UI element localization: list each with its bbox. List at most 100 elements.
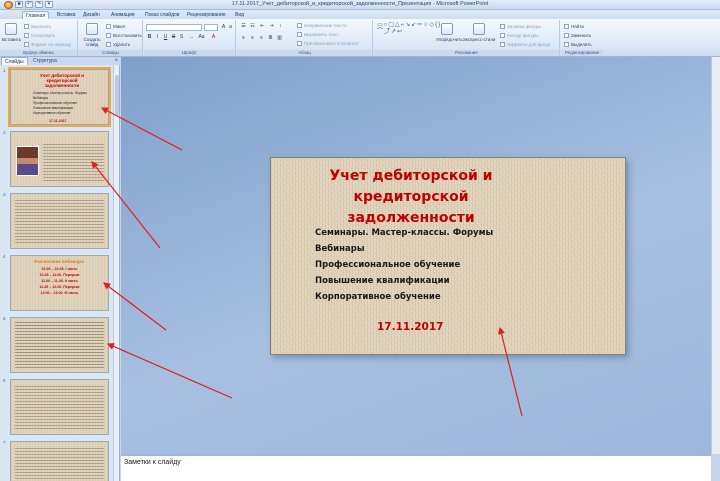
- thumb-text-block: [15, 448, 104, 481]
- paste-button[interactable]: Вставить: [2, 23, 21, 42]
- slide-number: 4: [3, 254, 6, 259]
- underline-icon[interactable]: U: [162, 34, 169, 41]
- tab-slides[interactable]: Слайды: [1, 57, 28, 65]
- replace-button[interactable]: Заменить: [564, 33, 591, 38]
- slide-bullet[interactable]: Семинары. Мастер-классы. Форумы: [315, 228, 493, 238]
- thumbnail-row[interactable]: 7: [0, 439, 113, 481]
- tab-slideshow[interactable]: Показ слайдов: [142, 11, 182, 19]
- cut-button[interactable]: Вырезать: [24, 24, 51, 29]
- smartart-button[interactable]: Преобразовать в SmartArt: [297, 41, 359, 46]
- delete-slide-button[interactable]: Удалить: [106, 42, 130, 47]
- slide-title[interactable]: Учет дебиторской и кредиторской задолжен…: [301, 166, 521, 229]
- quick-styles-icon: [473, 23, 485, 35]
- align-center-icon[interactable]: ≡: [249, 35, 256, 42]
- slide-bullet[interactable]: Профессиональное обучение: [315, 260, 460, 270]
- tab-outline[interactable]: Структура: [30, 57, 60, 65]
- shape-fill-label: Заливка фигуры: [507, 24, 542, 29]
- tab-insert[interactable]: Вставка: [54, 11, 79, 19]
- current-slide[interactable]: Учет дебиторской и кредиторской задолжен…: [270, 157, 626, 355]
- line-spacing-icon[interactable]: ↕: [277, 23, 284, 30]
- smartart-label: Преобразовать в SmartArt: [304, 41, 359, 46]
- slide-thumbnail[interactable]: [10, 131, 109, 187]
- thumb-date: 17.11.2017: [49, 119, 67, 123]
- close-icon[interactable]: ×: [114, 57, 118, 65]
- shape-fill-button[interactable]: Заливка фигуры: [500, 24, 541, 29]
- thumbnail-row[interactable]: 2: [0, 129, 113, 189]
- grow-font-icon[interactable]: A: [220, 24, 227, 31]
- shapes-gallery[interactable]: ▭○▢△⌐↘↙⇨☆◇{}⌒⤴↗↩: [377, 22, 440, 36]
- thumb-line: 10.00 – 10.45. I часть: [41, 267, 78, 271]
- font-color-icon[interactable]: A: [210, 34, 217, 41]
- copy-button[interactable]: Копировать: [24, 33, 55, 38]
- font-family-select[interactable]: [146, 24, 202, 31]
- find-button[interactable]: Найти: [564, 24, 584, 29]
- tab-view[interactable]: Вид: [232, 11, 247, 19]
- notes-placeholder[interactable]: Заметки к слайду: [124, 459, 181, 466]
- slide-editor: Учет дебиторской и кредиторской задолжен…: [121, 57, 720, 454]
- text-direction-button[interactable]: Направление текста: [297, 23, 347, 28]
- align-left-icon[interactable]: ≡: [240, 35, 247, 42]
- thumb-line: 12.00 – 13.00. III часть: [40, 291, 79, 295]
- change-case-icon[interactable]: Aa: [198, 34, 205, 41]
- new-slide-button[interactable]: Создать слайд: [81, 23, 103, 47]
- tab-animation[interactable]: Анимация: [108, 11, 137, 19]
- slide-bullet[interactable]: Вебинары: [315, 244, 365, 254]
- shape-outline-button[interactable]: Контур фигуры: [500, 33, 538, 38]
- font-size-select[interactable]: [204, 24, 218, 31]
- copy-label: Копировать: [31, 33, 56, 38]
- slide-thumbnail[interactable]: Расписание вебинара: 10.00 – 10.45. I ча…: [10, 255, 109, 311]
- smartart-icon: [297, 41, 302, 46]
- thumbnail-row[interactable]: 1 Учет дебиторской и кредиторской задолж…: [0, 67, 113, 127]
- increase-indent-icon[interactable]: ⇥: [268, 23, 275, 30]
- arrange-button[interactable]: Упорядочить: [436, 23, 463, 42]
- tab-home[interactable]: Главная: [22, 11, 50, 19]
- select-button[interactable]: Выделить: [564, 42, 592, 47]
- thumbnail-scrollbar[interactable]: [113, 65, 119, 481]
- align-text-button[interactable]: Выровнять текст: [297, 32, 339, 37]
- decrease-indent-icon[interactable]: ⇤: [259, 23, 266, 30]
- align-text-icon: [297, 32, 302, 37]
- quick-styles-button[interactable]: Экспресс-стили: [462, 23, 496, 42]
- spacing-icon[interactable]: ↔: [188, 34, 195, 41]
- justify-icon[interactable]: ≣: [267, 35, 274, 42]
- slide-thumbnail[interactable]: [10, 193, 109, 249]
- slide-bullet[interactable]: Корпоративное обучение: [315, 292, 441, 302]
- reset-button[interactable]: Восстановить: [106, 33, 142, 38]
- thumb-line: Корпоративное обучение: [33, 111, 71, 115]
- thumbnail-row[interactable]: 3: [0, 191, 113, 251]
- cursor-icon: [564, 42, 569, 47]
- font-group-label: Шрифт: [144, 50, 235, 56]
- scrollbar-thumb[interactable]: [115, 75, 119, 115]
- slide-thumbnail[interactable]: Учет дебиторской и кредиторской задолжен…: [8, 67, 111, 127]
- bold-icon[interactable]: B: [146, 34, 153, 41]
- replace-label: Заменить: [571, 33, 592, 38]
- notes-pane[interactable]: Заметки к слайду: [121, 454, 711, 481]
- editor-scrollbar[interactable]: [711, 57, 720, 454]
- thumbnail-row[interactable]: 4 Расписание вебинара: 10.00 – 10.45. I …: [0, 253, 113, 313]
- slide-bullet[interactable]: Повышение квалификации: [315, 276, 450, 286]
- bullets-icon[interactable]: ☰: [240, 23, 247, 30]
- copy-icon: [24, 33, 29, 38]
- tab-review[interactable]: Рецензирование: [184, 11, 229, 19]
- slide-thumbnail[interactable]: [10, 379, 109, 435]
- italic-icon[interactable]: I: [154, 34, 161, 41]
- thumb-line: 10.45 – 11.00. Перерыв: [39, 273, 80, 277]
- find-label: Найти: [571, 24, 584, 29]
- format-painter-button[interactable]: Формат по образцу: [24, 42, 71, 47]
- slide-thumbnail[interactable]: [10, 441, 109, 481]
- align-right-icon[interactable]: ≡: [258, 35, 265, 42]
- tab-design[interactable]: Дизайн: [80, 11, 103, 19]
- shrink-font-icon[interactable]: a: [227, 24, 234, 31]
- slide-thumbnail[interactable]: [10, 317, 109, 373]
- thumbnail-row[interactable]: 6: [0, 377, 113, 437]
- shadow-icon[interactable]: S: [178, 34, 185, 41]
- columns-icon[interactable]: ▥: [276, 35, 283, 42]
- cut-label: Вырезать: [31, 24, 52, 29]
- shape-effects-button[interactable]: Эффекты для фигур: [500, 42, 550, 47]
- slide-date[interactable]: 17.11.2017: [377, 321, 443, 333]
- thumbnail-row[interactable]: 5: [0, 315, 113, 375]
- numbering-icon[interactable]: ☷: [249, 23, 256, 30]
- strikethrough-icon[interactable]: S: [170, 34, 177, 41]
- layout-button[interactable]: Макет: [106, 24, 126, 29]
- thumb-title: Учет дебиторской и кредиторской задолжен…: [39, 73, 85, 88]
